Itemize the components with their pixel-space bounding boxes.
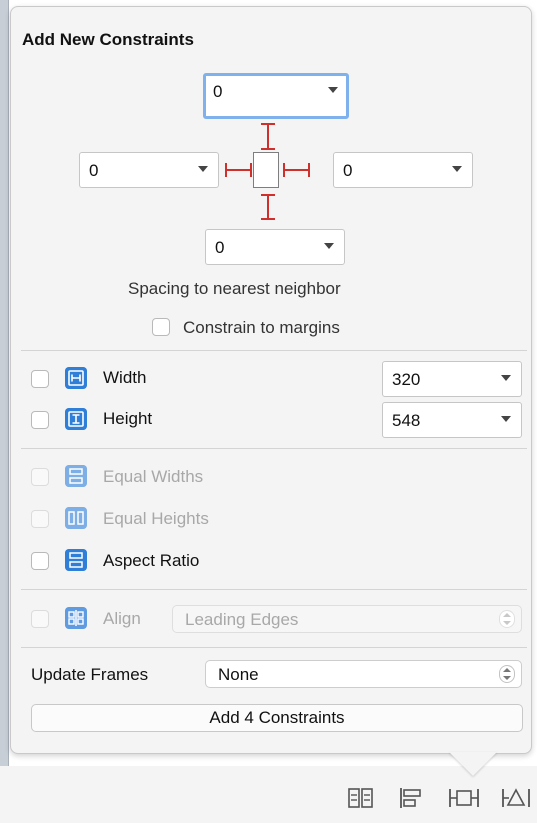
aspect-ratio-label: Aspect Ratio	[103, 551, 200, 570]
top-spacing-value: 0	[213, 82, 223, 101]
equal-widths-label: Equal Widths	[103, 467, 204, 486]
constrain-margins-label: Constrain to margins	[183, 318, 340, 337]
width-checkbox[interactable]	[31, 370, 49, 388]
equal-widths-checkbox[interactable]	[31, 468, 49, 486]
left-strut-icon[interactable]	[223, 160, 253, 180]
right-strut-icon[interactable]	[282, 160, 312, 180]
divider	[21, 448, 527, 449]
left-spacing-value: 0	[89, 161, 99, 180]
aspect-ratio-checkbox[interactable]	[31, 552, 49, 570]
aspect-ratio-icon	[65, 549, 87, 571]
divider	[21, 589, 527, 590]
width-value: 320	[392, 370, 421, 389]
bottom-spacing-field[interactable]: 0	[205, 229, 345, 265]
divider	[21, 350, 527, 351]
update-frames-select[interactable]: None	[205, 660, 522, 688]
top-strut-icon[interactable]	[258, 122, 278, 152]
right-spacing-field[interactable]: 0	[333, 152, 473, 188]
chevron-down-icon[interactable]	[328, 87, 338, 93]
update-frames-value: None	[218, 665, 259, 684]
bottom-spacing-value: 0	[215, 238, 225, 257]
update-frames-label: Update Frames	[31, 665, 149, 684]
height-icon	[65, 408, 87, 430]
divider	[21, 647, 527, 648]
height-label: Height	[103, 409, 153, 428]
add-constraints-button[interactable]: Add 4 Constraints	[31, 704, 523, 732]
align-label: Align	[103, 609, 141, 628]
chevron-down-icon[interactable]	[501, 375, 511, 381]
height-checkbox[interactable]	[31, 411, 49, 429]
align-icon[interactable]	[397, 786, 425, 810]
width-label: Width	[103, 368, 147, 387]
chevron-down-icon[interactable]	[198, 166, 208, 172]
chevron-down-icon[interactable]	[501, 416, 511, 422]
bottom-strut-icon[interactable]	[258, 192, 278, 222]
stack-icon[interactable]	[347, 786, 375, 810]
popover-arrow	[449, 752, 497, 776]
align-checkbox[interactable]	[31, 610, 49, 628]
chevron-down-icon[interactable]	[324, 243, 334, 249]
left-spacing-field[interactable]: 0	[79, 152, 219, 188]
align-select[interactable]: Leading Edges	[172, 605, 522, 633]
equal-heights-icon	[65, 507, 87, 529]
constrain-margins-checkbox[interactable]	[152, 318, 170, 336]
align-icon	[65, 607, 87, 629]
equal-heights-label: Equal Heights	[103, 509, 209, 528]
pin-icon[interactable]	[447, 786, 481, 810]
align-select-value: Leading Edges	[185, 610, 299, 629]
spacing-caption: Spacing to nearest neighbor	[128, 279, 341, 298]
view-proxy-box	[253, 152, 279, 188]
chevron-down-icon[interactable]	[452, 166, 462, 172]
width-icon	[65, 367, 87, 389]
height-value: 548	[392, 411, 421, 430]
popover-title: Add New Constraints	[22, 30, 194, 49]
top-spacing-field[interactable]: 0	[203, 73, 349, 119]
equal-widths-icon	[65, 465, 87, 487]
updown-icon	[499, 610, 515, 628]
equal-heights-checkbox[interactable]	[31, 510, 49, 528]
right-spacing-value: 0	[343, 161, 353, 180]
height-value-field[interactable]: 548	[382, 402, 522, 438]
updown-icon	[499, 665, 515, 683]
resolve-issues-icon[interactable]	[500, 786, 532, 810]
canvas-edge	[0, 0, 9, 766]
width-value-field[interactable]: 320	[382, 361, 522, 397]
